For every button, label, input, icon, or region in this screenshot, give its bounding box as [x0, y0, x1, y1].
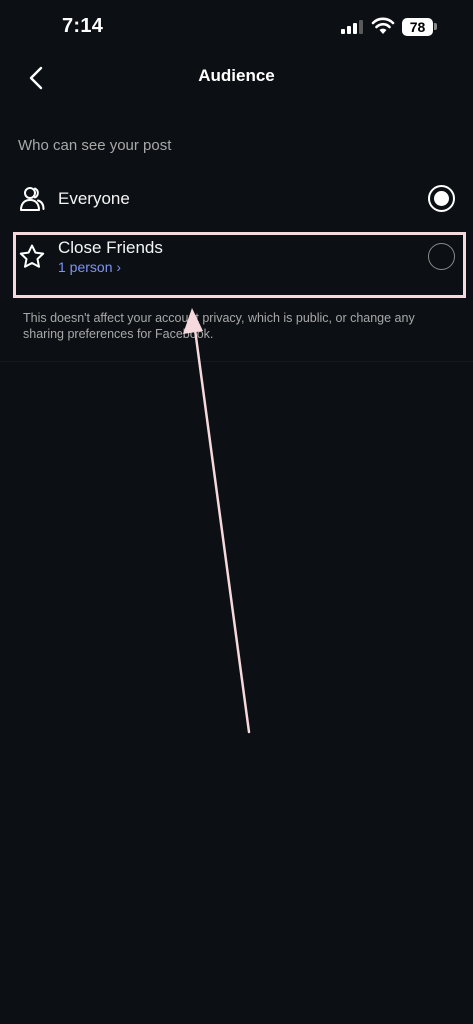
- wifi-icon: [371, 17, 395, 34]
- close-friends-count-link[interactable]: 1 person ›: [58, 259, 121, 275]
- star-icon: [19, 244, 45, 268]
- battery-indicator: 78: [402, 18, 433, 36]
- privacy-footnote: This doesn't affect your account privacy…: [23, 311, 415, 341]
- cellular-signal-icon: [341, 20, 366, 34]
- audience-screen: 7:14 78 Audience Who can see your post E…: [0, 0, 473, 1024]
- divider: [0, 361, 473, 362]
- option-label: Everyone: [58, 189, 130, 208]
- page-title: Audience: [198, 66, 275, 85]
- radio-selected[interactable]: [428, 185, 455, 212]
- section-heading: Who can see your post: [18, 137, 172, 154]
- radio-unselected[interactable]: [428, 243, 455, 270]
- option-everyone[interactable]: Everyone: [0, 176, 473, 222]
- option-close-friends[interactable]: Close Friends 1 person ›: [0, 232, 473, 298]
- option-label: Close Friends: [58, 238, 163, 257]
- people-icon: [20, 187, 45, 211]
- battery-nub: [434, 23, 437, 30]
- status-time: 7:14: [62, 15, 104, 37]
- header: Audience: [0, 56, 473, 100]
- status-bar: 7:14 78: [0, 0, 473, 56]
